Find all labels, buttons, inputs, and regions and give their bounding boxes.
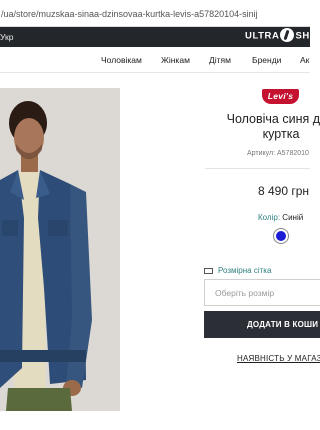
ruler-icon bbox=[204, 267, 213, 274]
store-availability-link[interactable]: НАЯВНІСТЬ У МАГАЗИ bbox=[237, 354, 320, 363]
product-title: Чоловіча синя джи куртка bbox=[211, 112, 320, 142]
nav-item-women[interactable]: Жінкам bbox=[161, 55, 190, 65]
color-value: Синій bbox=[282, 213, 304, 222]
main-nav: Чоловікам Жінкам Дітям Бренди Ак bbox=[0, 47, 310, 73]
store-logo[interactable]: ULTRA SHO bbox=[245, 28, 318, 44]
color-swatch-blue[interactable] bbox=[274, 229, 288, 243]
nav-item-kids[interactable]: Дітям bbox=[209, 55, 231, 65]
logo-text-left: ULTRA bbox=[245, 30, 280, 42]
color-label-row: Колір: Синій bbox=[258, 213, 303, 222]
logo-mark-icon bbox=[280, 28, 295, 42]
product-title-line-2: куртка bbox=[262, 127, 300, 141]
size-select-placeholder: Оберіть розмір bbox=[215, 288, 275, 298]
url-text[interactable]: /ua/store/muzskaa-sinaa-dzinsovaa-kurtka… bbox=[1, 9, 306, 19]
size-chart-link[interactable]: Розмірна сітка bbox=[204, 266, 271, 275]
top-bar: Укр ULTRA SHO bbox=[0, 27, 317, 47]
model-in-denim-jacket-image bbox=[0, 88, 120, 411]
product-price: 8 490 грн bbox=[258, 184, 310, 198]
logo-text-right: SHO bbox=[295, 30, 318, 42]
product-title-line-1: Чоловіча синя джи bbox=[226, 112, 320, 126]
size-chart-label: Розмірна сітка bbox=[218, 266, 272, 275]
language-switch[interactable]: Укр bbox=[0, 32, 13, 42]
product-photo[interactable] bbox=[0, 88, 120, 411]
brand-name: Levi's bbox=[267, 91, 294, 101]
address-bar[interactable]: /ua/store/muzskaa-sinaa-dzinsovaa-kurtka… bbox=[0, 0, 310, 27]
nav-item-sale[interactable]: Ак bbox=[300, 55, 309, 65]
color-label: Колір: bbox=[258, 213, 281, 222]
add-to-cart-button[interactable]: ДОДАТИ В КОШИ bbox=[204, 311, 320, 338]
brand-logo[interactable]: Levi's bbox=[262, 89, 299, 104]
divider bbox=[205, 168, 310, 169]
product-sku: Артикул: A5782010 bbox=[247, 150, 309, 157]
nav-item-men[interactable]: Чоловікам bbox=[101, 55, 142, 65]
nav-item-brands[interactable]: Бренди bbox=[252, 55, 281, 65]
size-select[interactable]: Оберіть розмір bbox=[204, 279, 320, 306]
add-to-cart-label: ДОДАТИ В КОШИ bbox=[247, 320, 319, 329]
